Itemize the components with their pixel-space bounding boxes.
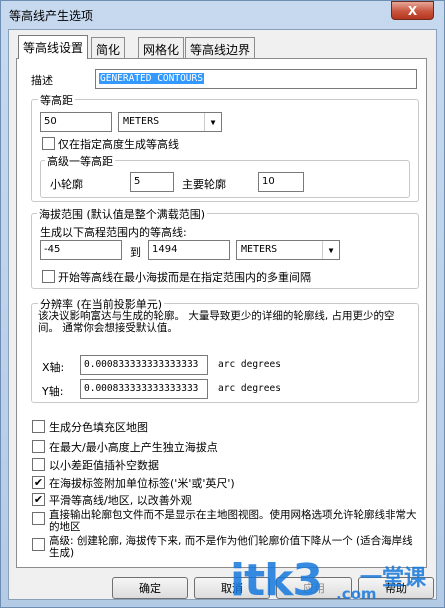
chevron-down-icon: ▼ [322,241,339,259]
close-icon: X [407,3,418,18]
interval-group-title: 等高距 [38,92,75,108]
description-label: 描述 [31,74,53,87]
tab-label: 网格化 [143,43,180,57]
y-unit-label: arc degrees [218,383,281,394]
major-contour-label: 主要轮廓 [182,178,226,191]
x-resolution-value: 0.000833333333333333 [84,359,199,370]
minor-contour-label: 小轮廓 [50,178,83,191]
spot-heights-label: 在最大/最小高度上产生独立海拔点 [49,441,218,454]
min-elevation-input[interactable]: -45 [40,240,122,260]
major-contour-value: 10 [262,176,275,187]
checkmark-icon: ✔ [33,493,44,506]
resolution-description: 该决议影响富达与生成的轮廓。 大量导致更少的详细的轮廓线, 占用更少的空间。 通… [38,310,395,334]
export-package-checkbox[interactable] [32,512,45,525]
smooth-label: 平滑等高线/地区, 以改善外观 [49,494,192,507]
unit-label-checkbox[interactable]: ✔ [32,476,45,489]
minor-contour-value: 5 [134,176,141,187]
multiple-interval-checkbox[interactable] [42,270,55,283]
ok-label: 确定 [139,582,161,595]
elevation-range-subtitle: 生成以下高程范围内的等高线: [40,226,187,239]
close-button[interactable]: X [391,1,434,20]
max-elevation-input[interactable]: 1494 [148,240,230,260]
y-axis-label: Y轴: [42,385,64,398]
multiple-interval-label: 开始等高线在最小海拔而是在指定范围内的多重间隔 [58,271,311,284]
elevation-range-title: 海拔范围 (默认值是整个满载范围) [37,206,208,222]
interval-input[interactable]: 50 [40,112,112,132]
y-resolution-value: 0.000833333333333333 [84,383,199,394]
x-resolution-input[interactable]: 0.000833333333333333 [80,355,208,375]
interval-unit-value: METERS [123,116,160,127]
interval-unit-select[interactable]: METERS ▼ [118,112,222,132]
spot-heights-checkbox[interactable] [32,440,45,453]
interval-value: 50 [44,116,57,127]
watermark-slogan: 一堂课 [360,566,427,591]
levels-group-title: 高级一等高距 [45,153,115,169]
smooth-checkbox[interactable]: ✔ [32,493,45,506]
x-axis-label: X轴: [42,361,65,374]
tab-label: 等高线边界 [190,43,251,57]
title-bar[interactable]: 等高线产生选项 [0,0,443,28]
major-contour-input[interactable]: 10 [258,172,304,192]
elevation-unit-select[interactable]: METERS ▼ [236,240,340,260]
tab-simplify[interactable]: 简化 [91,37,126,58]
tab-label: 等高线设置 [23,41,84,55]
advanced-checkbox[interactable] [32,538,45,551]
x-unit-label: arc degrees [218,359,281,370]
watermark-logo: itk3 [230,555,323,606]
description-input[interactable]: GENERATED CONTOURS [95,69,417,89]
tab-label: 简化 [96,43,121,57]
tab-contour-settings[interactable]: 等高线设置 [18,35,89,59]
y-resolution-input[interactable]: 0.000833333333333333 [80,379,208,399]
elevation-unit-value: METERS [241,244,278,255]
interpolate-label: 以小差距值插补空数据 [49,459,159,472]
interpolate-checkbox[interactable] [32,458,45,471]
minor-contour-input[interactable]: 5 [130,172,174,192]
only-specified-label: 仅在指定高度生成等高线 [58,138,179,151]
min-elevation-value: -45 [44,244,61,255]
description-value: GENERATED CONTOURS [99,73,204,84]
export-package-label: 直接输出轮廓包文件而不是显示在主地图视图。使用网格选项允许轮廓线非常大的地区 [49,509,417,533]
tab-gridding[interactable]: 网格化 [138,37,185,58]
window-title: 等高线产生选项 [9,9,94,23]
checkmark-icon: ✔ [33,476,44,489]
color-fill-checkbox[interactable] [32,420,45,433]
tab-contour-bounds[interactable]: 等高线边界 [185,37,256,58]
unit-label-label: 在海拔标签附加单位标签('米'或'英尺') [49,477,235,490]
ok-button[interactable]: 确定 [112,577,188,599]
to-label: 到 [130,246,141,259]
only-specified-checkbox[interactable] [42,137,55,150]
max-elevation-value: 1494 [152,244,178,255]
chevron-down-icon: ▼ [204,113,221,131]
color-fill-label: 生成分色填充区地图 [49,421,148,434]
